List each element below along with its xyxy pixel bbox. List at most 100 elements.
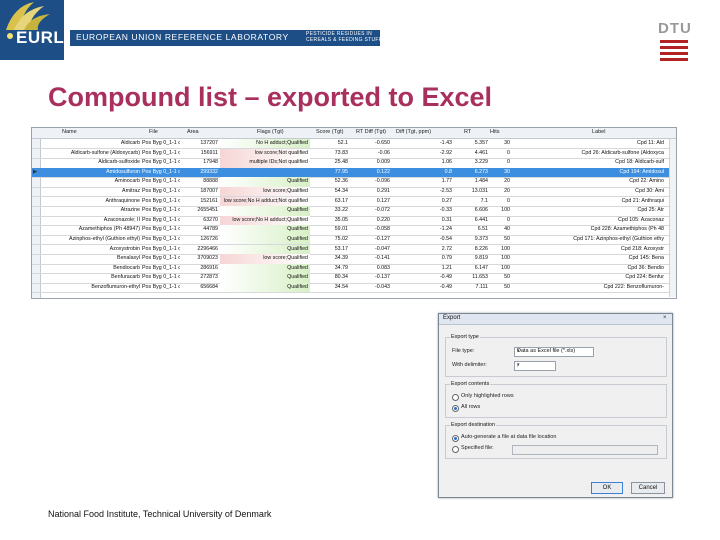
table-cell: 100 bbox=[501, 245, 510, 252]
table-cell: Cpd 30: Ami bbox=[635, 188, 664, 194]
table-cell: 54.34 bbox=[334, 188, 348, 194]
table-cell: 0.220 bbox=[376, 216, 390, 223]
column-header[interactable]: File bbox=[149, 129, 158, 135]
table-cell: Pos Byg 0_1-1 d bbox=[142, 159, 180, 166]
with-delimiter-label: With delimiter: bbox=[452, 362, 487, 368]
table-cell: Pos Byg 0_1-1 d bbox=[142, 216, 180, 223]
table-cell: Pos Byg 0_1-1 d bbox=[142, 274, 180, 281]
table-cell: Qualified bbox=[287, 284, 308, 290]
table-cell: 0.79 bbox=[441, 255, 452, 262]
table-cell: 6.147 bbox=[474, 264, 488, 271]
table-cell: Qualified bbox=[287, 226, 308, 233]
all-rows-radio[interactable] bbox=[452, 405, 459, 412]
table-cell: 6.51 bbox=[477, 226, 488, 233]
table-cell: 0.27 bbox=[441, 197, 452, 204]
table-cell: 73.83 bbox=[334, 149, 348, 156]
column-header[interactable]: Label bbox=[592, 129, 605, 135]
close-icon[interactable]: × bbox=[663, 315, 667, 321]
table-cell: Cpd 21: Anthraqui bbox=[621, 197, 664, 204]
table-cell: 0.083 bbox=[376, 264, 390, 271]
table-cell: -0.058 bbox=[374, 226, 390, 233]
table-cell: Azinphos-ethyl (Guthion ethyl) bbox=[69, 236, 140, 242]
table-cell: Pos Byg 0_1-1 d bbox=[142, 149, 180, 156]
table-cell: 63.17 bbox=[334, 197, 348, 204]
table-cell: Pos Byg 0_1-1 d bbox=[142, 226, 180, 233]
column-header[interactable]: Diff (Tgt, ppm) bbox=[396, 129, 431, 135]
file-type-select[interactable]: Data as Excel file (*.xls) ▾ bbox=[514, 347, 594, 357]
table-cell: -0.137 bbox=[374, 274, 390, 281]
table-cell: -0.06 bbox=[377, 149, 390, 156]
column-header[interactable]: RT bbox=[464, 129, 471, 135]
table-cell: -0.650 bbox=[374, 140, 390, 146]
table-cell: Qualified bbox=[287, 236, 308, 242]
table-cell: -0.096 bbox=[374, 178, 390, 185]
table-cell: Cpd 222: Benzoflumuron- bbox=[603, 284, 664, 290]
table-cell: 50 bbox=[504, 236, 510, 242]
chevron-down-icon: ▾ bbox=[517, 348, 520, 354]
slide-title: Compound list – exported to Excel bbox=[48, 82, 493, 112]
row-indicator-icon: ▶ bbox=[33, 168, 38, 175]
table-cell: Cpd 105: Azaconaz bbox=[618, 216, 664, 223]
table-cell: 137207 bbox=[200, 140, 218, 146]
only-highlighted-radio[interactable] bbox=[452, 394, 459, 401]
table-cell: 0.127 bbox=[376, 197, 390, 204]
table-cell: Benzoflumuron-ethyl bbox=[91, 284, 140, 290]
table-cell: 17948 bbox=[203, 159, 218, 166]
column-header[interactable]: Name bbox=[62, 129, 77, 135]
table-cell: Cpd 171: Azinphos-ethyl (Guthion ethy bbox=[573, 236, 664, 242]
table-cell: 40 bbox=[504, 226, 510, 233]
table-cell: 0.009 bbox=[376, 159, 390, 166]
table-cell: 156911 bbox=[200, 149, 218, 156]
specified-file-label: Specified file: bbox=[461, 445, 494, 451]
only-highlighted-label: Only highlighted rows bbox=[461, 393, 514, 399]
table-cell: 20 bbox=[504, 178, 510, 185]
table-cell: 1.77 bbox=[441, 178, 452, 185]
table-cell: Benfuracarb bbox=[111, 274, 140, 281]
table-cell: 2296466 bbox=[197, 245, 218, 252]
all-rows-label: All rows bbox=[461, 404, 481, 410]
table-cell: 3.229 bbox=[474, 159, 488, 166]
table-cell: Amidosulfuron bbox=[106, 168, 140, 175]
table-cell: 286916 bbox=[200, 264, 218, 271]
table-cell: 6.273 bbox=[474, 168, 488, 175]
export-type-group: Export type File type: Data as Excel fil… bbox=[445, 334, 667, 377]
table-cell: low score;No H adduct;Qualified bbox=[232, 216, 308, 223]
table-cell: Qualified bbox=[287, 207, 308, 214]
specified-file-input[interactable] bbox=[512, 445, 658, 455]
column-header[interactable]: Flags (Tgt) bbox=[257, 129, 284, 135]
column-header[interactable]: RT Diff (Tgt) bbox=[356, 129, 386, 135]
vertical-scrollbar[interactable] bbox=[669, 139, 676, 297]
column-header[interactable]: Hits bbox=[490, 129, 499, 135]
table-cell: 152161 bbox=[200, 197, 218, 204]
file-type-label: File type: bbox=[452, 348, 475, 354]
table-cell: -0.047 bbox=[374, 245, 390, 252]
table-cell: Pos Byg 0_1-1 d bbox=[142, 284, 180, 290]
table-cell: Cpd 36: Bendio bbox=[627, 264, 664, 271]
table-cell: 53.17 bbox=[334, 245, 348, 252]
table-cell: 4.461 bbox=[474, 149, 488, 156]
specified-file-radio[interactable] bbox=[452, 446, 459, 453]
table-cell: 35.05 bbox=[334, 216, 348, 223]
delimiter-select[interactable]: , ▾ bbox=[514, 361, 556, 371]
ok-button[interactable]: OK bbox=[591, 482, 623, 494]
table-cell: 7.1 bbox=[480, 197, 488, 204]
table-cell: Cpd 22: Amino bbox=[629, 178, 664, 185]
table-cell: 80.34 bbox=[334, 274, 348, 281]
table-cell: -2.92 bbox=[439, 149, 452, 156]
compound-table[interactable]: Name File Area Flags (Tgt) Score (Tgt) R… bbox=[31, 127, 677, 299]
table-row[interactable]: Benzoflumuron-ethyl Pos Byg 0_1-1 d 656684… bbox=[32, 283, 676, 294]
table-cell: -2.53 bbox=[439, 188, 452, 194]
reference-lab-banner: EUROPEAN UNION REFERENCE LABORATORY PEST… bbox=[70, 30, 382, 46]
column-header[interactable]: Area bbox=[187, 129, 199, 135]
table-cell: 77.95 bbox=[334, 168, 348, 175]
table-cell: 2655451 bbox=[197, 207, 218, 214]
table-cell: 0 bbox=[507, 216, 510, 223]
table-cell: -0.54 bbox=[439, 236, 452, 242]
table-cell: Pos Byg 0_1-1 d bbox=[142, 140, 180, 146]
table-cell: 0 bbox=[507, 149, 510, 156]
auto-generate-radio[interactable] bbox=[452, 435, 459, 442]
dtu-logo-text: DTU bbox=[658, 20, 692, 37]
column-header[interactable]: Score (Tgt) bbox=[316, 129, 344, 135]
cancel-button[interactable]: Cancel bbox=[631, 482, 665, 494]
table-cell: 0 bbox=[507, 197, 510, 204]
